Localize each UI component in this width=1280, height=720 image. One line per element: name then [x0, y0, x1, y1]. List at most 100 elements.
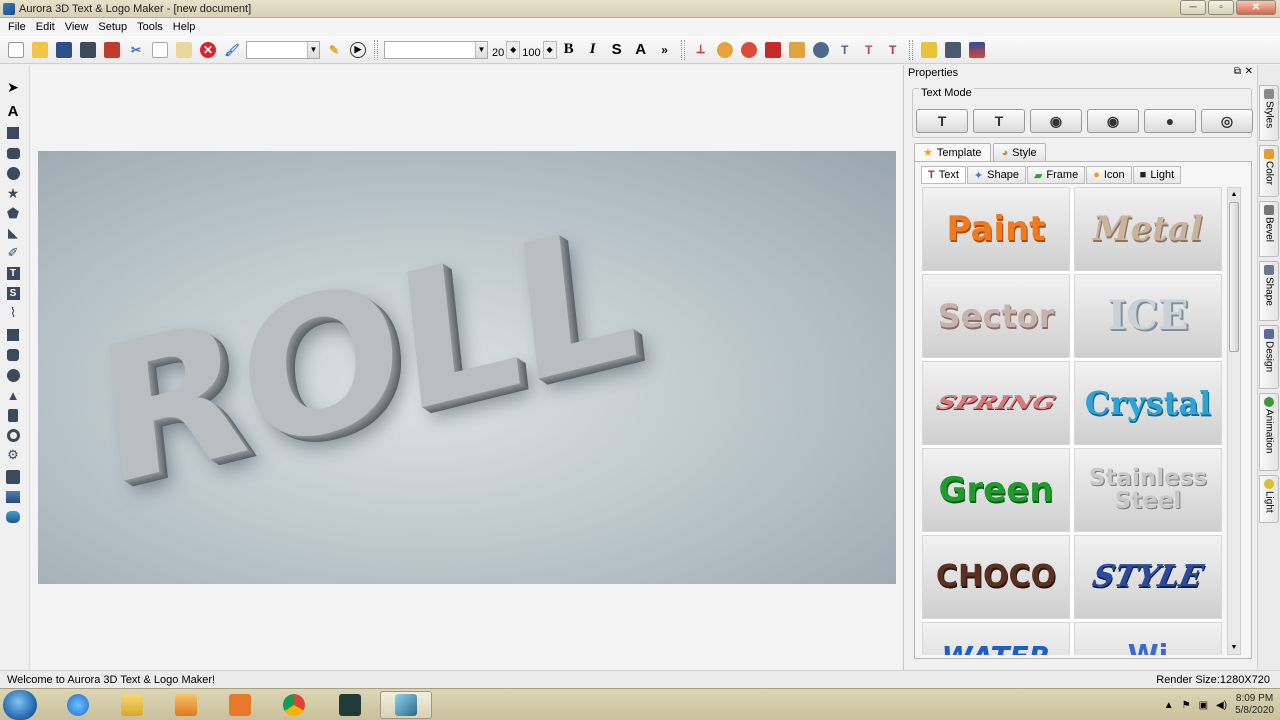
pencil-button[interactable]: ✎	[323, 39, 345, 61]
menu-edit[interactable]: Edit	[31, 21, 60, 33]
image-import-icon[interactable]	[5, 489, 21, 505]
copy-button[interactable]	[149, 39, 171, 61]
sidetab-animation[interactable]: Animation	[1259, 393, 1279, 471]
text-mode-sphere-button[interactable]: ◉	[1087, 109, 1139, 133]
3d-text[interactable]: ROLL	[88, 182, 642, 529]
template-metal[interactable]: Metal	[1074, 187, 1222, 271]
shape-icon[interactable]: ◣	[5, 225, 21, 241]
float-icon[interactable]: ⧉	[1234, 66, 1241, 77]
delete-button[interactable]: ✕	[197, 39, 219, 61]
rounded-rect-icon[interactable]	[5, 145, 21, 161]
symbol-icon[interactable]: S	[5, 285, 21, 301]
subtab-text[interactable]: T Text	[921, 166, 966, 184]
tray-expand-icon[interactable]: ▲	[1164, 700, 1174, 711]
text-tool-2[interactable]: T	[858, 39, 880, 61]
menu-help[interactable]: Help	[168, 21, 201, 33]
text-mode-extrude-button[interactable]: T	[973, 109, 1025, 133]
cube-button[interactable]	[762, 39, 784, 61]
volume-icon[interactable]: ◀)	[1216, 700, 1227, 711]
tube-icon[interactable]	[5, 407, 21, 423]
select-arrow-icon[interactable]: ➤	[5, 79, 21, 95]
sidetab-light[interactable]: Light	[1259, 475, 1279, 523]
import-icon[interactable]	[5, 469, 21, 485]
subtab-light[interactable]: ■ Light	[1132, 166, 1182, 184]
subtab-shape[interactable]: ✦ Shape	[966, 166, 1026, 184]
sphere-button[interactable]	[810, 39, 832, 61]
sidetab-color[interactable]: Color	[1259, 145, 1279, 197]
template-stainless-steel[interactable]: Stainless Steel	[1074, 448, 1222, 532]
template-crystal[interactable]: Crystal	[1074, 361, 1222, 445]
cylinder-icon[interactable]	[5, 347, 21, 363]
scroll-up-icon[interactable]: ▲	[1228, 188, 1240, 201]
subtab-frame[interactable]: ▰ Frame	[1026, 166, 1086, 184]
text-mode-disc-button[interactable]: ●	[1144, 109, 1196, 133]
monitor-button[interactable]	[942, 39, 964, 61]
shadow-button[interactable]: S	[606, 39, 628, 61]
text-mode-ring-button[interactable]: ◎	[1201, 109, 1253, 133]
bold-button[interactable]: B	[558, 39, 580, 61]
export-button[interactable]	[918, 39, 940, 61]
sidetab-bevel[interactable]: Bevel	[1259, 201, 1279, 257]
rotate-button[interactable]	[714, 39, 736, 61]
taskbar-filmora[interactable]	[324, 691, 376, 719]
sidetab-styles[interactable]: Styles	[1259, 85, 1279, 141]
gallery-scrollbar[interactable]: ▲ ▼	[1227, 187, 1241, 655]
sidetab-shape[interactable]: Shape	[1259, 261, 1279, 321]
template-wi[interactable]: Wi	[1074, 622, 1222, 655]
new-button[interactable]	[5, 39, 27, 61]
paste-button[interactable]	[173, 39, 195, 61]
template-spring[interactable]: SPRING	[922, 361, 1070, 445]
maximize-button[interactable]: ▫	[1208, 0, 1234, 15]
menu-view[interactable]: View	[60, 21, 94, 33]
taskbar-explorer[interactable]	[106, 691, 158, 719]
cut-button[interactable]: ✂	[125, 39, 147, 61]
taskbar-ie[interactable]	[52, 691, 104, 719]
effects-button[interactable]	[738, 39, 760, 61]
menu-file[interactable]: File	[3, 21, 31, 33]
menu-tools[interactable]: Tools	[132, 21, 168, 33]
star-icon[interactable]: ★	[5, 185, 21, 201]
network-icon[interactable]: ▣	[1199, 700, 1208, 711]
subtab-icon[interactable]: ● Icon	[1086, 166, 1132, 184]
save-button[interactable]	[53, 39, 75, 61]
text-tool-3[interactable]: T	[882, 39, 904, 61]
sidetab-design[interactable]: Design	[1259, 325, 1279, 389]
outline-button[interactable]: A	[630, 39, 652, 61]
minimize-button[interactable]: ─	[1180, 0, 1206, 15]
text-mode-flat-button[interactable]: T	[916, 109, 968, 133]
gear-icon[interactable]: ⚙	[5, 447, 21, 463]
tab-style[interactable]: ◕ Style	[992, 143, 1046, 161]
style-dropdown[interactable]: ▼	[246, 40, 320, 59]
text-tool-1[interactable]: T	[834, 39, 856, 61]
italic-button[interactable]: I	[582, 39, 604, 61]
tray-flag-icon[interactable]: ⚑	[1182, 700, 1191, 711]
play-button[interactable]: ▶	[347, 39, 369, 61]
taskbar-chrome[interactable]	[268, 691, 320, 719]
clock[interactable]: 8:09 PM 5/8/2020	[1235, 693, 1274, 717]
taskbar-aurora[interactable]	[380, 691, 432, 719]
font-size-value[interactable]: 20	[492, 41, 504, 59]
text-tool-icon[interactable]: A	[5, 103, 21, 120]
path-icon[interactable]: ⌇	[5, 305, 21, 321]
torus-icon[interactable]	[5, 427, 21, 443]
open-button[interactable]	[29, 39, 51, 61]
scroll-down-icon[interactable]: ▼	[1228, 641, 1240, 654]
template-choco[interactable]: CHOCO	[922, 535, 1070, 619]
square-icon[interactable]	[5, 125, 21, 141]
text-box-icon[interactable]: T	[5, 265, 21, 281]
template-style[interactable]: STYLE	[1074, 535, 1222, 619]
taskbar-app-orange[interactable]	[214, 691, 266, 719]
font-size-spinner[interactable]: ◆	[506, 40, 521, 59]
sphere-shape-icon[interactable]	[5, 367, 21, 383]
tab-template[interactable]: ★ Template	[914, 143, 991, 161]
template-water[interactable]: WATER	[922, 622, 1070, 655]
print-button[interactable]	[101, 39, 123, 61]
save-as-button[interactable]	[77, 39, 99, 61]
circle-icon[interactable]	[5, 165, 21, 181]
text-mode-round-button[interactable]: ◉	[1030, 109, 1082, 133]
axis-button[interactable]: ⟂	[690, 39, 712, 61]
template-sector[interactable]: Sector	[922, 274, 1070, 358]
percent-value[interactable]: 100	[522, 41, 540, 59]
pentagon-icon[interactable]: ⬟	[5, 205, 21, 221]
taskbar-media-player[interactable]	[160, 691, 212, 719]
